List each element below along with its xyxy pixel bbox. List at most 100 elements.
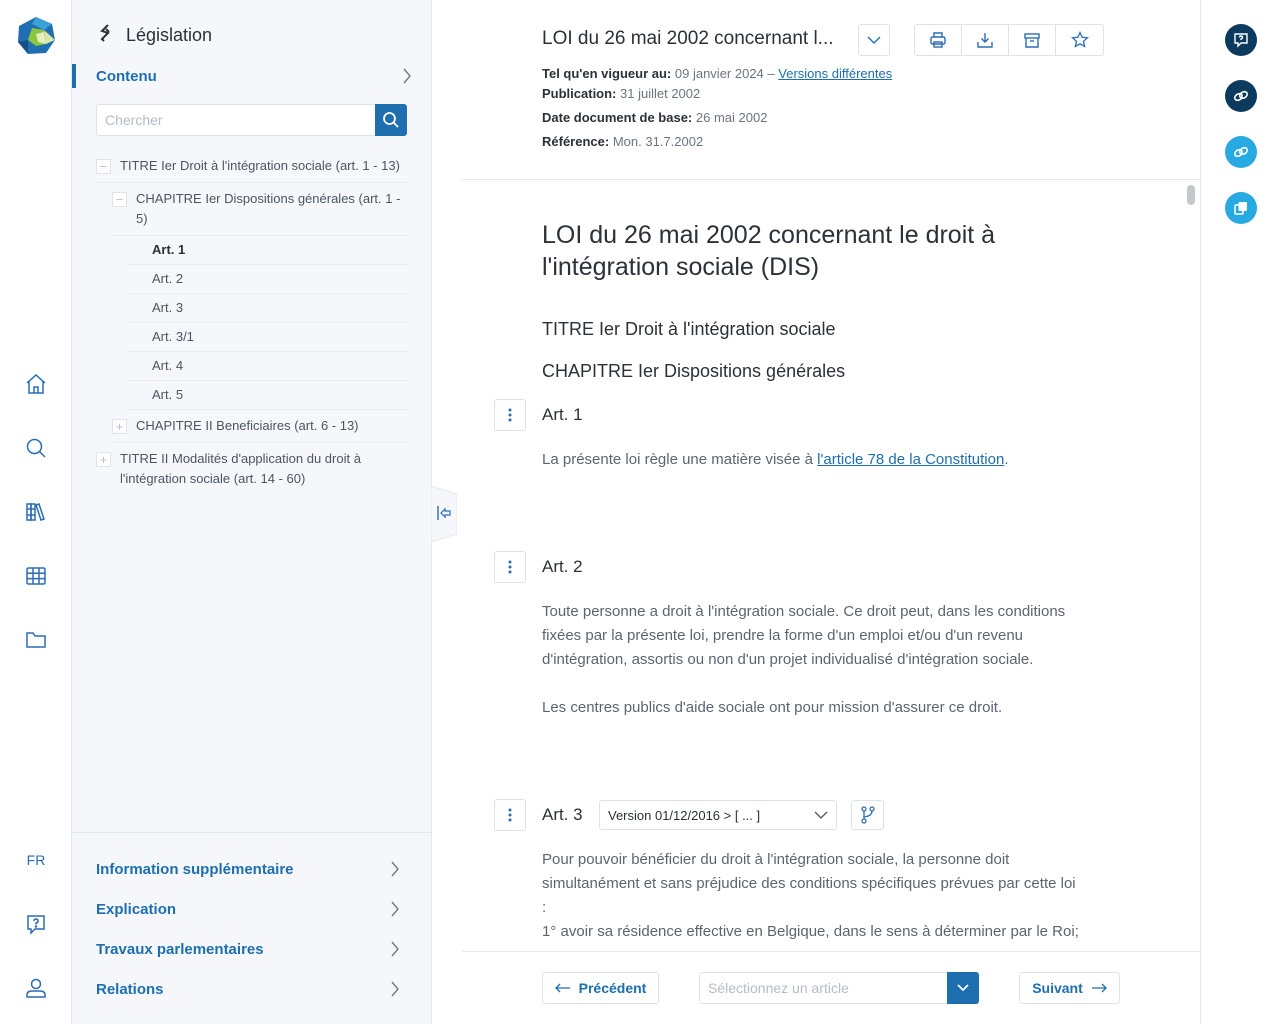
link-travaux-parlementaires[interactable]: Travaux parlementaires — [96, 937, 400, 961]
link-button[interactable] — [1225, 80, 1257, 112]
toc-search — [96, 104, 407, 136]
tab-contenu-label: Contenu — [96, 67, 157, 85]
left-rail: FR — [0, 0, 72, 1024]
toc-titre-2[interactable]: + TITRE II Modalités d'application du dr… — [96, 443, 408, 495]
collapse-icon[interactable]: − — [112, 192, 127, 207]
article-select[interactable]: Sélectionnez un article — [699, 972, 979, 1004]
next-label: Suivant — [1032, 980, 1083, 996]
toc-titre-1[interactable]: − TITRE Ier Droit à l'intégration social… — [96, 150, 408, 183]
home-icon[interactable] — [22, 370, 50, 398]
document-header: LOI du 26 mai 2002 concernant l... Tel q… — [462, 0, 1200, 180]
section-title: Législation — [126, 25, 213, 45]
meta-value: Mon. 31.7.2002 — [612, 134, 704, 149]
toc-label: Art. 5 — [152, 387, 184, 402]
chevron-down-icon — [867, 36, 881, 44]
toc-search-input[interactable] — [96, 104, 375, 136]
feedback-button[interactable] — [1225, 24, 1257, 56]
collapse-sidebar-button[interactable] — [430, 485, 458, 543]
folder-icon[interactable] — [22, 626, 50, 654]
link-information-supplementaire[interactable]: Information supplémentaire — [96, 857, 400, 881]
user-icon[interactable] — [22, 974, 50, 1002]
right-rail — [1200, 0, 1280, 1024]
tab-contenu[interactable]: Contenu — [72, 62, 412, 90]
search-icon[interactable] — [22, 434, 50, 462]
chevron-right-icon — [390, 941, 400, 957]
article-1-title: Art. 1 — [542, 405, 583, 424]
toc-article-4[interactable]: Art. 4 — [128, 352, 408, 381]
legislation-icon — [98, 24, 114, 47]
print-icon — [930, 32, 946, 48]
meta-value: 09 janvier 2024 – — [674, 66, 775, 81]
document-content: LOI du 26 mai 2002 concernant le droit à… — [462, 181, 1200, 951]
chevron-right-icon — [390, 981, 400, 997]
chevron-down-icon — [957, 984, 969, 992]
link-relations[interactable]: Relations — [96, 977, 400, 1001]
article-3-menu-button[interactable] — [494, 799, 526, 831]
table-icon[interactable] — [22, 562, 50, 590]
link-label: Explication — [96, 900, 177, 918]
language-switch[interactable]: FR — [0, 852, 72, 868]
link-label: Relations — [96, 980, 164, 998]
article-3-paragraph-1: Pour pouvoir bénéficier du droit à l'int… — [542, 851, 1076, 916]
copy-link-button[interactable] — [1225, 136, 1257, 168]
link-icon — [1233, 90, 1249, 102]
meta-publication: Publication: 31 juillet 2002 — [542, 86, 700, 101]
compare-versions-button[interactable] — [851, 800, 884, 830]
versions-link[interactable]: Versions différentes — [778, 66, 892, 81]
toc-article-3[interactable]: Art. 3 — [128, 294, 408, 323]
archive-icon — [1024, 33, 1040, 48]
scrollbar[interactable] — [1187, 185, 1195, 205]
previous-label: Précédent — [578, 980, 647, 996]
toc-chapitre-1[interactable]: − CHAPITRE Ier Dispositions générales (a… — [112, 183, 408, 236]
expand-icon[interactable]: + — [96, 452, 111, 467]
chapitre-heading: CHAPITRE Ier Dispositions générales — [542, 361, 846, 381]
sidebar-header: Législation — [98, 24, 212, 47]
copy-button[interactable] — [1225, 192, 1257, 224]
toc-article-2[interactable]: Art. 2 — [128, 265, 408, 294]
download-button[interactable] — [962, 25, 1009, 55]
meta-value: 31 juillet 2002 — [620, 86, 701, 101]
toc-article-3-1[interactable]: Art. 3/1 — [128, 323, 408, 352]
toc-label: TITRE Ier Droit à l'intégration sociale … — [120, 158, 400, 173]
article-select-toggle[interactable] — [947, 972, 979, 1004]
toc-chapitre-2[interactable]: + CHAPITRE II Beneficiaires (art. 6 - 13… — [112, 410, 408, 443]
archive-button[interactable] — [1009, 25, 1056, 55]
article-2-menu-button[interactable] — [494, 551, 526, 583]
more-vertical-icon — [508, 808, 512, 822]
help-icon[interactable] — [22, 910, 50, 938]
meta-label: Tel qu'en vigueur au: — [542, 66, 672, 81]
toc-article-5[interactable]: Art. 5 — [128, 381, 408, 410]
text: . — [1004, 451, 1009, 468]
toc-label: Art. 2 — [152, 271, 184, 286]
chevron-right-icon — [390, 901, 400, 917]
branch-icon — [860, 806, 875, 824]
sidebar: Législation Contenu − TITRE Ier Droit à … — [72, 0, 432, 1024]
expand-icon[interactable]: + — [112, 419, 127, 434]
print-button[interactable] — [915, 25, 962, 55]
meta-label: Date document de base: — [542, 110, 693, 125]
document-heading: LOI du 26 mai 2002 concernant le droit à… — [542, 221, 996, 281]
link-explication[interactable]: Explication — [96, 897, 400, 921]
collapse-icon[interactable]: − — [96, 159, 111, 174]
active-indicator — [72, 64, 76, 88]
article-select-placeholder[interactable]: Sélectionnez un article — [699, 972, 947, 1004]
library-icon[interactable] — [22, 498, 50, 526]
app-logo-icon[interactable] — [16, 16, 56, 56]
article-1-text: La présente loi règle une matière visée … — [542, 448, 1082, 472]
download-icon — [977, 33, 993, 48]
article-1-menu-button[interactable] — [494, 399, 526, 431]
toc-article-1[interactable]: Art. 1 — [128, 236, 408, 265]
version-select[interactable]: Version 01/12/2016 > [ ... ] — [599, 800, 837, 830]
previous-button[interactable]: Précédent — [542, 972, 659, 1004]
toc-label: CHAPITRE II Beneficiaires (art. 6 - 13) — [136, 418, 359, 433]
search-icon — [383, 112, 399, 128]
title-dropdown-button[interactable] — [858, 24, 890, 56]
version-value: Version 01/12/2016 > [ ... ] — [608, 807, 761, 823]
article-navigation: Précédent Sélectionnez un article Suivan… — [462, 951, 1200, 1024]
meta-value: 26 mai 2002 — [695, 110, 768, 125]
constitution-link[interactable]: l'article 78 de la Constitution — [817, 451, 1004, 468]
next-button[interactable]: Suivant — [1019, 972, 1120, 1004]
toc-search-button[interactable] — [375, 104, 407, 136]
feedback-icon — [1234, 33, 1248, 48]
favorite-button[interactable] — [1056, 25, 1103, 55]
